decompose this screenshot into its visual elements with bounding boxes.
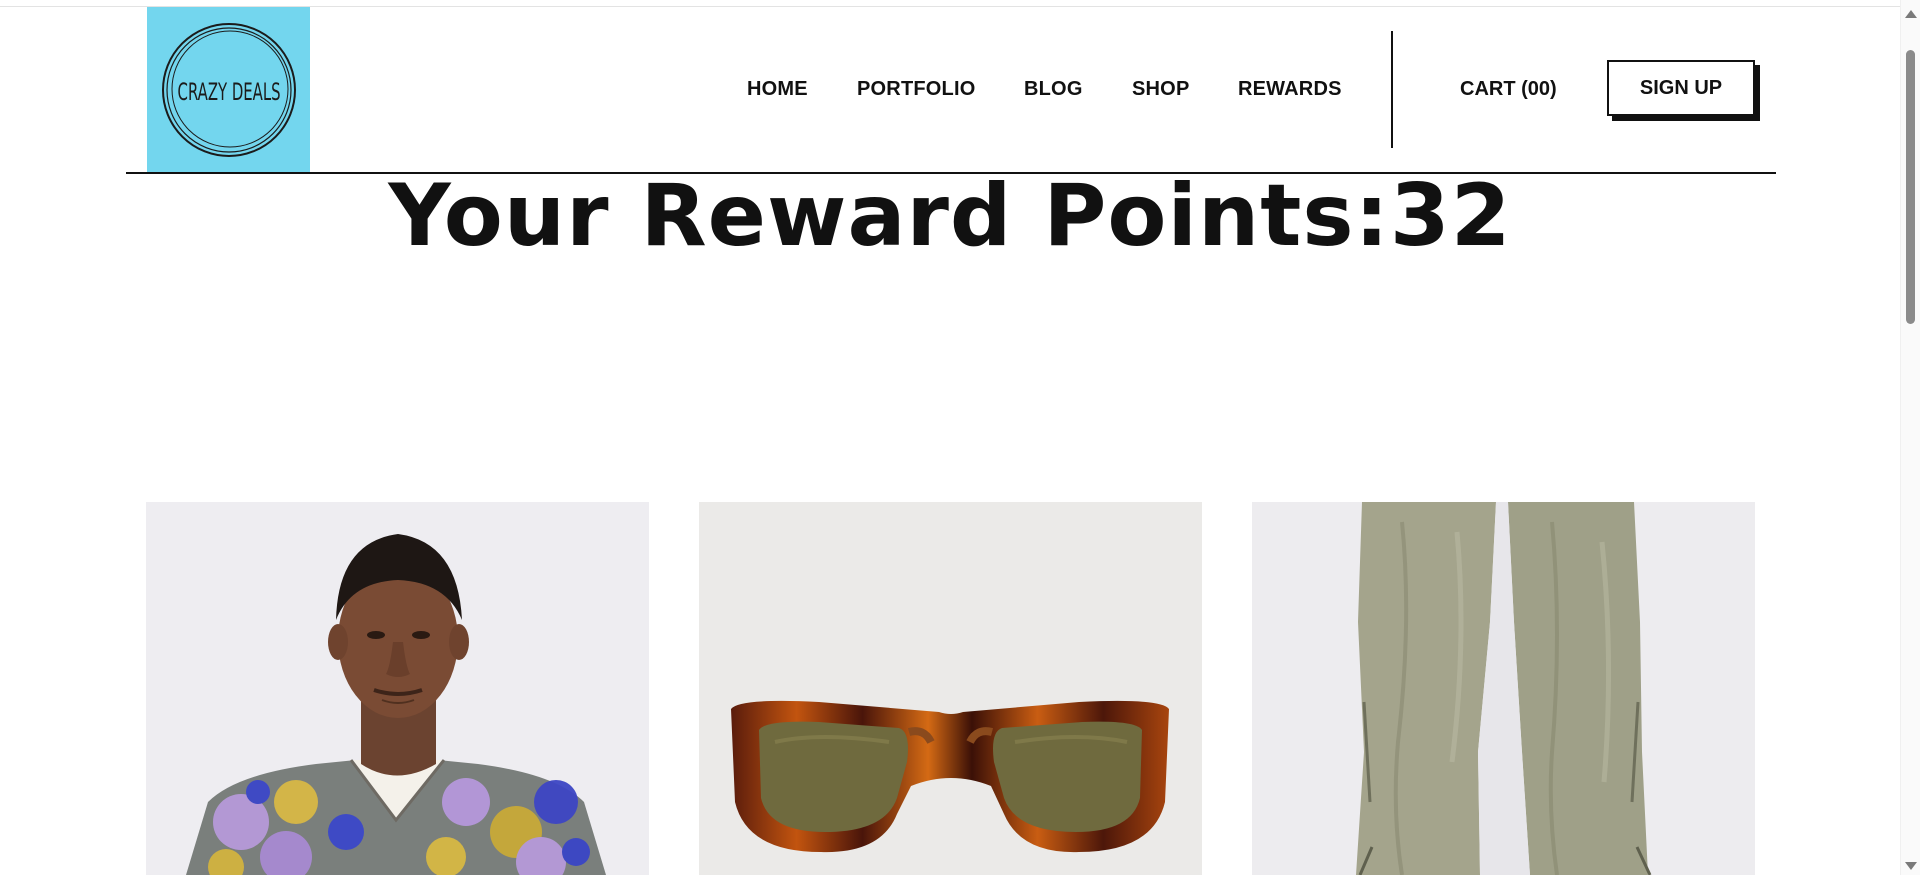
nav-portfolio-link[interactable]: PORTFOLIO: [857, 78, 975, 101]
product-card[interactable]: [699, 502, 1202, 875]
vertical-scrollbar[interactable]: [1900, 0, 1920, 875]
man-in-floral-shirt-image: [146, 502, 649, 875]
nav-blog-link[interactable]: BLOG: [1024, 78, 1083, 101]
page: CRAZY DEALS HOME PORTFOLIO BLOG SHOP REW…: [0, 0, 1900, 875]
tortoiseshell-sunglasses-image: [699, 502, 1202, 875]
nav-divider: [1391, 31, 1393, 148]
nav-rewards-link[interactable]: REWARDS: [1238, 78, 1342, 101]
signup-button[interactable]: SIGN UP: [1607, 60, 1755, 116]
product-card[interactable]: [146, 502, 649, 875]
logo-rings-icon: CRAZY DEALS: [161, 22, 296, 157]
signup-button-wrap: SIGN UP: [1607, 60, 1760, 121]
cart-link[interactable]: CART (00): [1460, 78, 1557, 101]
reward-points-heading: Your Reward Points:32: [388, 166, 1512, 266]
nav-shop-link[interactable]: SHOP: [1132, 78, 1189, 101]
brand-logo[interactable]: CRAZY DEALS: [147, 7, 310, 172]
nav-home-link[interactable]: HOME: [747, 78, 808, 101]
olive-cargo-pants-image: [1252, 502, 1755, 875]
scroll-down-arrow-icon[interactable]: [1905, 862, 1917, 870]
scroll-up-arrow-icon[interactable]: [1905, 10, 1917, 18]
logo-wordmark: CRAZY DEALS: [177, 77, 280, 106]
scrollbar-thumb[interactable]: [1906, 50, 1915, 324]
product-card[interactable]: [1252, 502, 1755, 875]
